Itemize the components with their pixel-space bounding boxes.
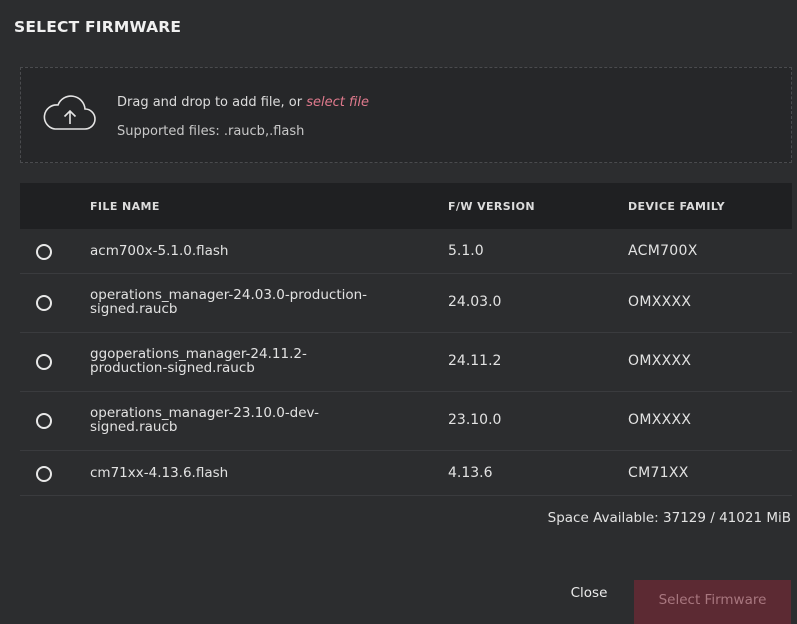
table-row[interactable]: cm71xx-4.13.6.flash 4.13.6 CM71XX [20,451,792,496]
table-row[interactable]: operations_manager-24.03.0-production-si… [20,274,792,333]
fw-version-cell: 24.11.2 [448,353,502,369]
table-row[interactable]: ggoperations_manager-24.11.2-production-… [20,333,792,392]
table-row[interactable]: operations_manager-23.10.0-dev-signed.ra… [20,392,792,451]
file-name-cell: operations_manager-23.10.0-dev-signed.ra… [90,405,320,435]
fw-version-cell: 4.13.6 [448,465,493,481]
row-radio-button[interactable] [36,413,52,429]
select-file-link[interactable]: select file [306,95,369,110]
column-header-fw-version: F/W VERSION [448,200,535,213]
row-radio-button[interactable] [36,295,52,311]
cloud-upload-icon [43,95,96,130]
row-radio-button[interactable] [36,466,52,482]
row-radio-button[interactable] [36,354,52,370]
file-dropzone[interactable]: Drag and drop to add file, or select fil… [20,67,792,163]
table-row[interactable]: acm700x-5.1.0.flash 5.1.0 ACM700X [20,229,792,274]
column-header-device-family: DEVICE FAMILY [628,200,725,213]
fw-version-cell: 23.10.0 [448,412,502,428]
device-family-cell: OMXXXX [628,412,692,428]
device-family-cell: CM71XX [628,465,689,481]
file-name-cell: operations_manager-24.03.0-production-si… [90,287,368,317]
device-family-cell: OMXXXX [628,294,692,310]
firmware-table: FILE NAME F/W VERSION DEVICE FAMILY acm7… [20,183,792,496]
device-family-cell: OMXXXX [628,353,692,369]
table-header: FILE NAME F/W VERSION DEVICE FAMILY [20,183,792,229]
select-firmware-button[interactable]: Select Firmware [634,580,791,624]
fw-version-cell: 24.03.0 [448,294,502,310]
supported-files-text: Supported files: .raucb,.flash [117,124,305,139]
row-radio-button[interactable] [36,244,52,260]
dropzone-prefix-text: Drag and drop to add file, or [117,95,307,110]
dropzone-instructions: Drag and drop to add file, or select fil… [117,95,369,110]
device-family-cell: ACM700X [628,243,698,259]
close-button[interactable]: Close [559,580,619,606]
column-header-file-name: FILE NAME [90,200,160,213]
dialog-title: SELECT FIRMWARE [14,18,182,36]
space-available-text: Space Available: 37129 / 41021 MiB [547,510,791,526]
select-firmware-dialog: SELECT FIRMWARE Drag and drop to add fil… [6,0,797,624]
file-name-cell: cm71xx-4.13.6.flash [90,465,229,481]
fw-version-cell: 5.1.0 [448,243,484,259]
file-name-cell: ggoperations_manager-24.11.2-production-… [90,346,307,376]
file-name-cell: acm700x-5.1.0.flash [90,243,229,259]
